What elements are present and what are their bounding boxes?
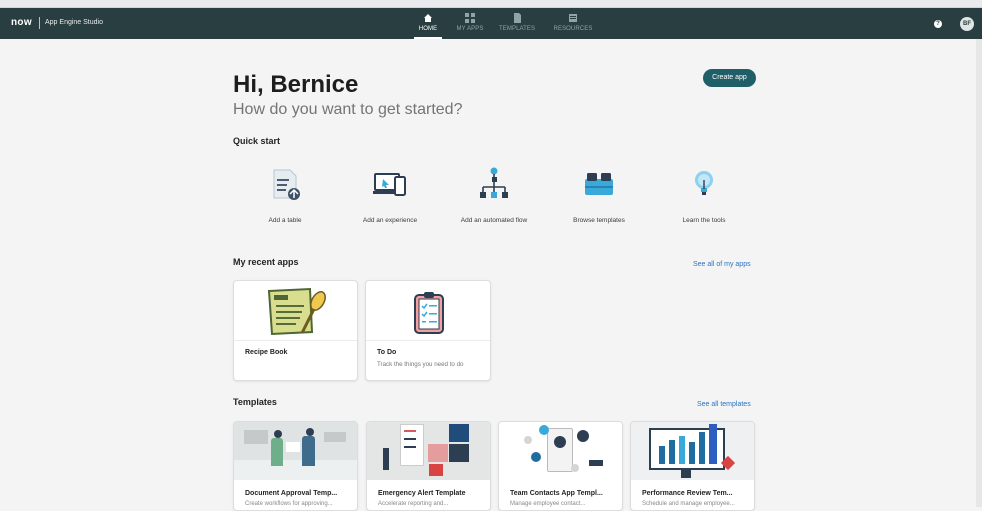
page-subtitle: How do you want to get started? (233, 101, 463, 118)
recipe-icon (267, 287, 326, 336)
scrollbar[interactable] (976, 39, 982, 507)
nav-resources[interactable]: RESOURCES (553, 8, 593, 39)
app-card-title: Recipe Book (245, 349, 288, 356)
template-card-image (631, 422, 754, 480)
template-card-title: Team Contacts App Templ... (510, 490, 603, 497)
app-card-subtitle: Track the things you need to do (377, 361, 464, 368)
recent-apps-title: My recent apps (233, 257, 299, 267)
lightbulb-icon (695, 171, 713, 195)
quick-start-learn-tools-label: Learn the tools (682, 217, 726, 224)
table-add-icon (273, 169, 300, 200)
template-card-title: Emergency Alert Template (378, 490, 466, 497)
logo-divider (39, 17, 40, 29)
document-icon (514, 13, 521, 23)
flow-icon (480, 167, 508, 198)
now-logo[interactable]: now (11, 17, 32, 28)
help-icon[interactable]: ? (934, 20, 942, 28)
clipboard-icon (414, 292, 444, 334)
nav-my-apps[interactable]: MY APPS (455, 8, 485, 39)
template-card-performance-review[interactable]: Performance Review Tem... Schedule and m… (630, 421, 755, 511)
browser-strip (0, 0, 982, 8)
devices-icon (373, 173, 406, 196)
template-card-subtitle: Create workflows for approving... (245, 501, 333, 507)
template-card-subtitle: Manage employee contact... (510, 501, 586, 507)
nav-my-apps-label: MY APPS (456, 26, 484, 32)
quick-start-learn-tools[interactable]: Learn the tools (659, 165, 749, 224)
nav-home[interactable]: HOME (408, 8, 448, 39)
template-card-image (234, 422, 357, 480)
see-all-apps-link[interactable]: See all of my apps (693, 261, 751, 268)
quick-start-title: Quick start (233, 136, 281, 146)
nav-home-label: HOME (418, 26, 438, 32)
app-card-image (234, 281, 357, 341)
nav-templates[interactable]: TEMPLATES (499, 8, 535, 39)
see-all-templates-link[interactable]: See all templates (697, 401, 751, 408)
book-icon (569, 14, 577, 22)
quick-start-add-table-label: Add a table (268, 217, 302, 224)
template-card-team-contacts[interactable]: Team Contacts App Templ... Manage employ… (498, 421, 623, 511)
create-app-button[interactable]: Create app (703, 69, 756, 87)
template-card-emergency-alert[interactable]: Emergency Alert Template Accelerate repo… (366, 421, 491, 511)
app-name: App Engine Studio (45, 19, 103, 26)
page-title: Hi, Bernice (233, 71, 359, 98)
main-nav: HOME MY APPS TEMPLATES RESOURCES (408, 8, 598, 39)
main-content: Hi, Bernice How do you want to get start… (0, 39, 976, 511)
app-card-image (366, 281, 490, 341)
templates-title: Templates (233, 397, 277, 407)
quick-start-add-flow-label: Add an automated flow (460, 217, 528, 224)
app-card-to-do[interactable]: To Do Track the things you need to do (365, 280, 491, 381)
template-card-title: Performance Review Tem... (642, 490, 733, 497)
templates-icon (585, 173, 613, 195)
quick-start-browse-templates[interactable]: Browse templates (554, 165, 644, 224)
quick-start-add-flow[interactable]: Add an automated flow (449, 165, 539, 224)
app-card-recipe-book[interactable]: Recipe Book (233, 280, 358, 381)
quick-start-browse-templates-label: Browse templates (573, 217, 625, 224)
template-card-title: Document Approval Temp... (245, 490, 338, 497)
template-card-image (499, 422, 622, 480)
nav-templates-label: TEMPLATES (499, 26, 536, 32)
template-card-document-approval[interactable]: Document Approval Temp... Create workflo… (233, 421, 358, 511)
app-card-title: To Do (377, 349, 397, 356)
top-navigation-bar: now App Engine Studio HOME MY APPS TEMPL… (0, 8, 982, 39)
home-icon (424, 14, 432, 22)
template-card-image (367, 422, 490, 480)
quick-start-add-experience-label: Add an experience (362, 217, 418, 224)
nav-resources-label: RESOURCES (553, 26, 593, 32)
template-card-subtitle: Schedule and manage employee... (642, 501, 735, 507)
quick-start-add-table[interactable]: Add a table (240, 165, 330, 224)
quick-start-add-experience[interactable]: Add an experience (345, 165, 435, 224)
avatar[interactable]: BF (960, 17, 974, 31)
template-card-subtitle: Accelerate reporting and... (378, 501, 449, 507)
grid-icon (465, 13, 475, 23)
